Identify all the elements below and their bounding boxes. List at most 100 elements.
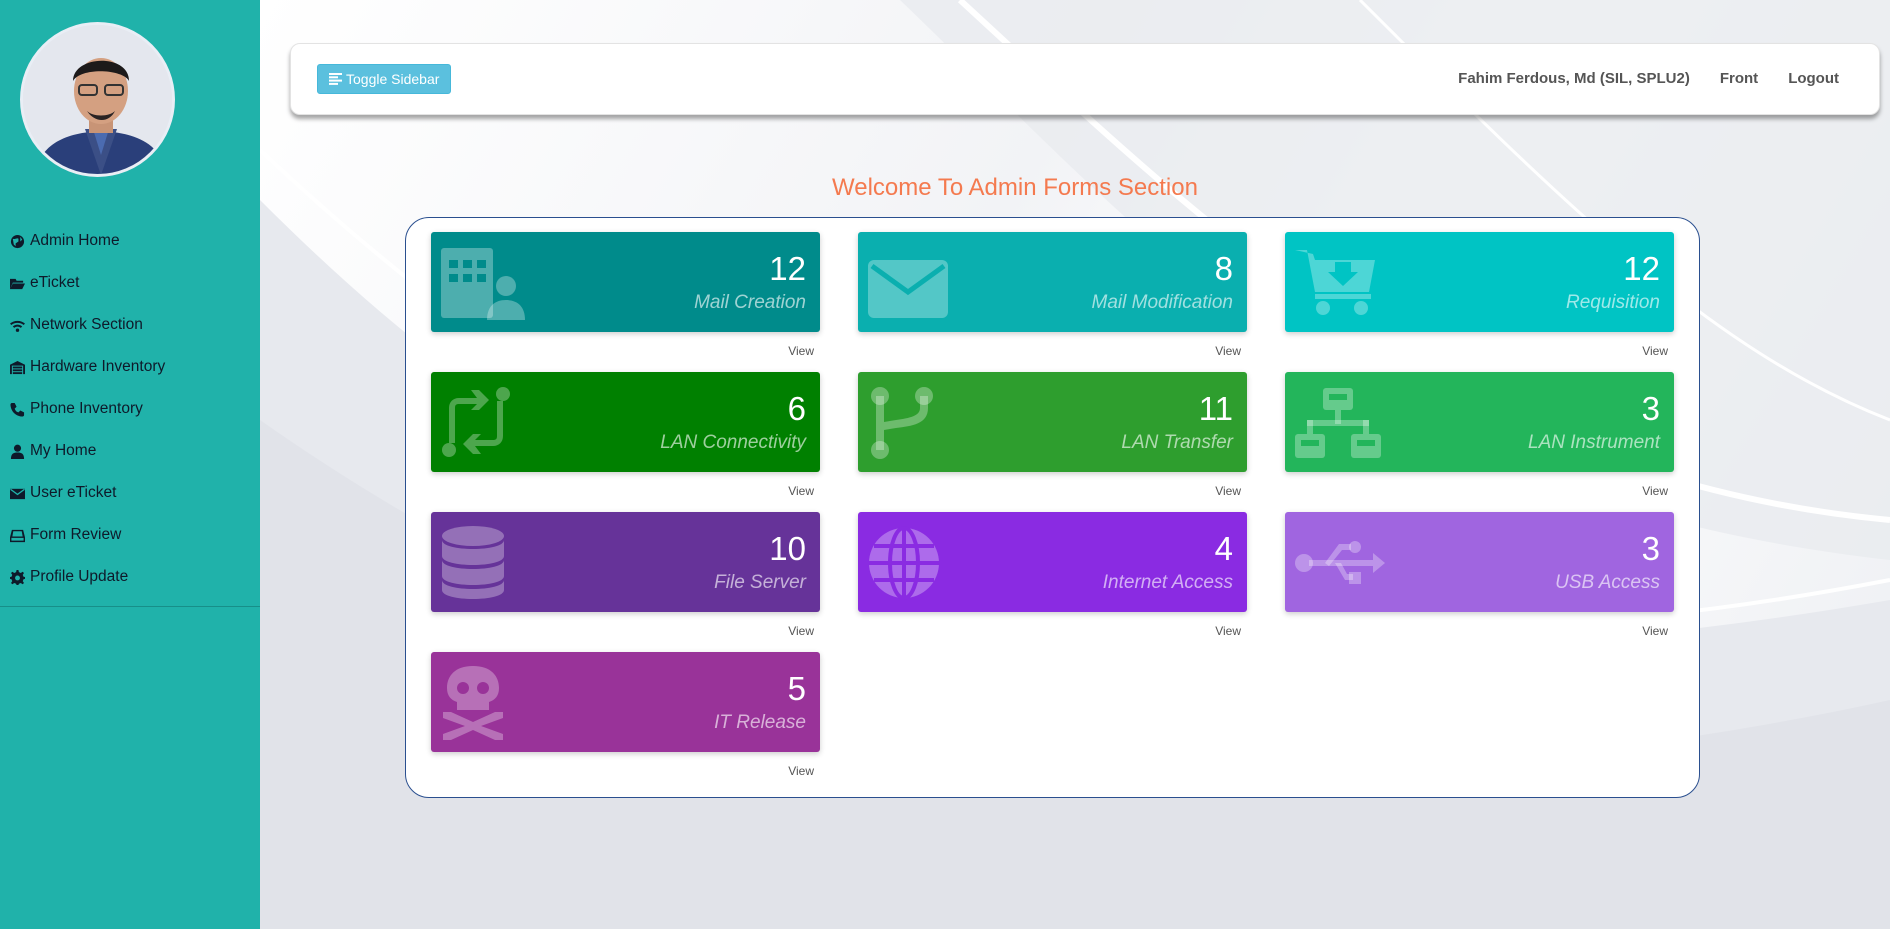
card-label: Requisition <box>1566 292 1660 313</box>
sidebar-nav: Admin Home eTicket Network Section Hardw… <box>0 220 260 598</box>
database-icon <box>441 526 531 600</box>
toggle-sidebar-button[interactable]: Toggle Sidebar <box>317 64 452 94</box>
sidebar-item-profile-update[interactable]: Profile Update <box>0 556 260 598</box>
front-link[interactable]: Front <box>1720 70 1758 87</box>
code-branch-icon <box>868 386 958 460</box>
sidebar-item-label: User eTicket <box>30 484 117 501</box>
warehouse-icon <box>10 359 28 375</box>
sidebar-item-form-review[interactable]: Form Review <box>0 514 260 556</box>
card-label: USB Access <box>1555 572 1660 593</box>
sidebar-item-phone-inventory[interactable]: Phone Inventory <box>0 388 260 430</box>
card-count: 4 <box>1214 530 1233 567</box>
card-it-release[interactable]: 5 IT Release <box>431 652 820 752</box>
align-left-icon <box>329 73 342 85</box>
card-lan-instrument-wrap: 3 LAN Instrument View <box>1285 372 1674 498</box>
view-link[interactable]: View <box>1285 484 1674 498</box>
card-label: Internet Access <box>1102 572 1233 593</box>
sidebar-divider <box>0 606 260 607</box>
card-label: File Server <box>714 572 806 593</box>
sidebar-item-label: Form Review <box>30 526 122 543</box>
hdd-icon <box>10 527 28 543</box>
card-label: Mail Modification <box>1091 292 1234 313</box>
view-link[interactable]: View <box>858 344 1247 358</box>
card-file-server-wrap: 10 File Server View <box>431 512 820 638</box>
card-count: 11 <box>1198 390 1233 427</box>
card-lan-transfer[interactable]: 11 LAN Transfer <box>858 372 1247 472</box>
envelope-icon <box>868 246 958 320</box>
user-name-link[interactable]: Fahim Ferdous, Md (SIL, SPLU2) <box>1458 70 1690 87</box>
globe-icon <box>868 526 958 600</box>
globe-icon <box>10 233 28 249</box>
card-mail-creation-wrap: 12 Mail Creation View <box>431 232 820 358</box>
user-icon <box>10 443 28 459</box>
card-count: 3 <box>1641 390 1660 427</box>
view-link[interactable]: View <box>1285 344 1674 358</box>
card-count: 5 <box>787 670 806 707</box>
building-user-icon <box>441 246 531 320</box>
toggle-sidebar-label: Toggle Sidebar <box>346 71 440 87</box>
card-lan-transfer-wrap: 11 LAN Transfer View <box>858 372 1247 498</box>
view-link[interactable]: View <box>431 484 820 498</box>
card-it-release-wrap: 5 IT Release View <box>431 652 820 778</box>
sync-icon <box>441 386 531 460</box>
card-label: LAN Transfer <box>1121 432 1233 453</box>
card-mail-modification-wrap: 8 Mail Modification View <box>858 232 1247 358</box>
card-usb-access-wrap: 3 USB Access View <box>1285 512 1674 638</box>
skull-icon <box>441 666 531 740</box>
cart-icon <box>1295 246 1385 320</box>
view-link[interactable]: View <box>858 484 1247 498</box>
network-icon <box>1295 386 1385 460</box>
envelope-icon <box>10 485 28 501</box>
card-count: 6 <box>787 390 806 427</box>
view-link[interactable]: View <box>431 764 820 778</box>
view-link[interactable]: View <box>431 624 820 638</box>
top-navbar: Toggle Sidebar Fahim Ferdous, Md (SIL, S… <box>290 43 1880 115</box>
card-count: 10 <box>769 530 806 567</box>
sidebar: Admin Home eTicket Network Section Hardw… <box>0 0 260 929</box>
card-label: Mail Creation <box>694 292 806 313</box>
card-mail-creation[interactable]: 12 Mail Creation <box>431 232 820 332</box>
sidebar-item-label: My Home <box>30 442 97 459</box>
sidebar-item-user-eticket[interactable]: User eTicket <box>0 472 260 514</box>
sidebar-item-label: Admin Home <box>30 232 120 249</box>
card-requisition[interactable]: 12 Requisition <box>1285 232 1674 332</box>
phone-icon <box>10 401 28 417</box>
card-count: 12 <box>1623 250 1660 287</box>
usb-icon <box>1295 526 1385 600</box>
card-lan-connectivity-wrap: 6 LAN Connectivity View <box>431 372 820 498</box>
cog-icon <box>10 569 28 585</box>
sidebar-item-admin-home[interactable]: Admin Home <box>0 220 260 262</box>
view-link[interactable]: View <box>1285 624 1674 638</box>
card-mail-modification[interactable]: 8 Mail Modification <box>858 232 1247 332</box>
avatar[interactable] <box>20 22 175 177</box>
sidebar-item-label: Profile Update <box>30 568 129 585</box>
card-label: LAN Connectivity <box>660 432 806 453</box>
sidebar-item-label: Phone Inventory <box>30 400 143 417</box>
card-lan-instrument[interactable]: 3 LAN Instrument <box>1285 372 1674 472</box>
card-internet-access[interactable]: 4 Internet Access <box>858 512 1247 612</box>
page-title: Welcome To Admin Forms Section <box>832 174 1198 201</box>
view-link[interactable]: View <box>431 344 820 358</box>
card-count: 8 <box>1214 250 1233 287</box>
sidebar-item-label: Hardware Inventory <box>30 358 166 375</box>
sidebar-item-hardware-inventory[interactable]: Hardware Inventory <box>0 346 260 388</box>
card-usb-access[interactable]: 3 USB Access <box>1285 512 1674 612</box>
sidebar-item-label: Network Section <box>30 316 143 333</box>
card-requisition-wrap: 12 Requisition View <box>1285 232 1674 358</box>
card-label: IT Release <box>714 712 806 733</box>
sidebar-item-my-home[interactable]: My Home <box>0 430 260 472</box>
top-links: Fahim Ferdous, Md (SIL, SPLU2) Front Log… <box>1458 70 1839 87</box>
sidebar-item-eticket[interactable]: eTicket <box>0 262 260 304</box>
logout-link[interactable]: Logout <box>1788 70 1839 87</box>
card-count: 12 <box>769 250 806 287</box>
card-lan-connectivity[interactable]: 6 LAN Connectivity <box>431 372 820 472</box>
view-link[interactable]: View <box>858 624 1247 638</box>
card-count: 3 <box>1641 530 1660 567</box>
folder-open-icon <box>10 275 28 291</box>
card-internet-access-wrap: 4 Internet Access View <box>858 512 1247 638</box>
card-file-server[interactable]: 10 File Server <box>431 512 820 612</box>
sidebar-item-network-section[interactable]: Network Section <box>0 304 260 346</box>
wifi-icon <box>10 317 28 333</box>
sidebar-item-label: eTicket <box>30 274 80 291</box>
forms-panel: 12 Mail Creation View 8 Mail Modificatio… <box>405 217 1700 798</box>
